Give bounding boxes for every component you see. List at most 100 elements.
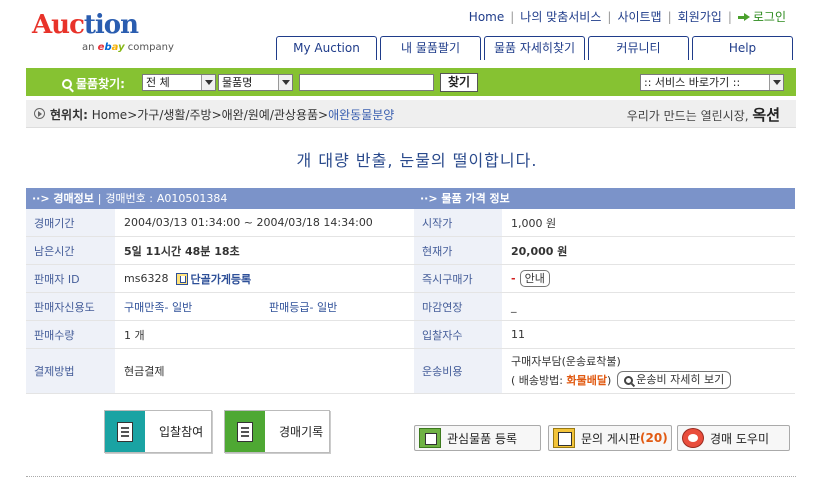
remaining-row: 남은시간 5일 11시간 48분 18초 [26, 237, 414, 265]
shipping-detail-label: 운송비 자세히 보기 [636, 373, 725, 386]
bid-document-icon [105, 411, 145, 452]
service-select-value: :: 서비스 바로가기 :: [644, 76, 741, 89]
nav-home[interactable]: Home [463, 10, 510, 24]
ebay-letter-b: b [104, 42, 112, 53]
board-icon [553, 428, 575, 448]
ebay-letter-y: y [118, 42, 125, 53]
shipping-detail-button[interactable]: 운송비 자세히 보기 [617, 371, 732, 389]
seller-cell: ms6328 단골가게등록 [115, 265, 414, 292]
logo-text-b: tion [83, 10, 139, 40]
shipping-method-line: ( 배송방법: 화물배달) 운송비 자세히 보기 [511, 371, 732, 389]
tab-detailed-search[interactable]: 물품 자세히찾기 [484, 36, 585, 60]
arrow-icon: ··> [420, 192, 438, 205]
auction-info-header: ··> 경매정보 | 경매번호 : A010501384 [26, 188, 414, 209]
slogan: 우리가 만드는 열린시장, 옥션 [627, 104, 780, 125]
main-tabs: My Auction 내 물품팔기 물품 자세히찾기 커뮤니티 Help [276, 36, 796, 60]
price-info-header: ··> 물품 가격 정보 [414, 188, 795, 209]
breadcrumb: 현위치: Home>가구/생활/주방>애완/원예/관상용품>애완동물분양 우리가… [26, 100, 796, 128]
login-arrow-icon [737, 12, 751, 22]
search-icon [62, 78, 72, 89]
credit-satisfaction[interactable]: 구매만족- 일반 [124, 299, 269, 315]
history-button-label: 경매기록 [279, 425, 324, 439]
auction-no-label: 경매번호 : [105, 192, 153, 205]
auction-info-panel: ··> 경매정보 | 경매번호 : A010501384 경매기간 2004/0… [26, 188, 414, 394]
search-input[interactable] [299, 74, 434, 91]
breadcrumb-prefix: 현위치: [50, 108, 88, 122]
breadcrumb-path: 현위치: Home>가구/생활/주방>애완/원예/관상용품>애완동물분양 [50, 106, 394, 123]
bidders-value: 11 [511, 328, 525, 341]
nav-my-service[interactable]: 나의 맞춤서비스 [514, 8, 607, 25]
breadcrumb-arrow-icon [34, 108, 45, 119]
auction-helper-button[interactable]: 경매 도우미 [677, 425, 790, 451]
auction-info-title: 경매정보 [53, 192, 94, 205]
quantity-label: 판매수량 [26, 321, 115, 348]
logo-sub-prefix: an [82, 42, 95, 53]
watchlist-label: 관심물품 등록 [447, 431, 518, 446]
quantity-value: 1 개 [124, 328, 145, 342]
service-shortcut-select[interactable]: :: 서비스 바로가기 :: [640, 74, 784, 91]
chevron-down-icon [278, 75, 292, 90]
logo-sub-suffix: company [127, 42, 174, 53]
tab-my-auction[interactable]: My Auction [276, 36, 377, 60]
logo-text-a: Auc [32, 10, 85, 40]
bid-button[interactable]: 입찰참여 [104, 410, 212, 453]
bidders-label: 입찰자수 [414, 321, 502, 348]
credit-grade[interactable]: 판매등급- 일반 [269, 299, 337, 315]
buynow-guide-button[interactable]: 안내 [519, 270, 550, 287]
search-button[interactable]: 찾기 [440, 73, 478, 92]
tab-sell[interactable]: 내 물품팔기 [380, 36, 481, 60]
payment-row: 결제방법 현금결제 [26, 349, 414, 394]
magnifier-icon [624, 375, 634, 385]
document-icon [117, 421, 133, 442]
search-label: 물품찾기: [62, 75, 125, 92]
item-title: 개 대량 반출, 눈물의 떨이합니다. [296, 151, 538, 170]
inquiry-board-label: 문의 게시판 [581, 431, 641, 446]
shipping-method: 화물배달 [566, 374, 607, 387]
header-separator: | [97, 192, 102, 205]
buynow-label: 즉시구매가 [414, 265, 502, 292]
inquiry-board-count: (20) [640, 431, 668, 445]
current-price-label: 현재가 [414, 237, 502, 264]
shipping-method-suffix: ) [606, 373, 612, 387]
tab-help[interactable]: Help [692, 36, 793, 60]
remaining-value: 5일 11시간 48분 18초 [124, 244, 240, 258]
nav-sitemap[interactable]: 사이트맵 [611, 8, 667, 25]
chevron-down-icon [769, 75, 783, 90]
search-bar: 물품찾기: 전 체 물품명 찾기 :: 서비스 바로가기 :: [26, 68, 796, 96]
extend-row: 마감연장 _ [414, 293, 795, 321]
seller-id[interactable]: ms6328 [124, 272, 168, 285]
extend-value: _ [511, 300, 517, 313]
regular-shop-button[interactable]: 단골가게등록 [176, 271, 251, 287]
tab-community[interactable]: 커뮤니티 [588, 36, 689, 60]
search-label-text: 물품찾기: [76, 77, 125, 91]
watchlist-icon [419, 428, 441, 448]
shipping-cell: 구매자부담(운송료착불) ( 배송방법: 화물배달) 운송비 자세히 보기 [502, 349, 795, 393]
breadcrumb-current[interactable]: 애완동물분양 [328, 108, 394, 122]
shipping-label: 운송비용 [414, 349, 502, 393]
breadcrumb-links[interactable]: Home>가구/생활/주방>애완/원예/관상용품> [92, 108, 328, 122]
buynow-row: 즉시구매가 - 안내 [414, 265, 795, 293]
buynow-cell: - 안내 [502, 265, 795, 292]
nav-signup[interactable]: 회원가입 [672, 8, 728, 25]
bid-button-label: 입찰참여 [159, 425, 204, 439]
logo-wordmark: Auction [32, 10, 139, 40]
category-select[interactable]: 전 체 [142, 74, 216, 91]
seller-label: 판매자 ID [26, 265, 115, 292]
logo-tagline: an ebay company [82, 42, 174, 53]
payment-value: 현금결제 [124, 365, 165, 378]
regular-shop-label: 단골가게등록 [190, 272, 252, 286]
shipping-method-prefix: ( 배송방법: [511, 374, 563, 387]
field-select-value: 물품명 [222, 76, 253, 89]
slogan-mid: 열린시장, [700, 109, 749, 123]
credit-row: 판매자신용도 구매만족- 일반 판매등급- 일반 [26, 293, 414, 321]
current-price-row: 현재가 20,000 원 [414, 237, 795, 265]
login-link[interactable]: 로그인 [732, 8, 792, 25]
period-value: 2004/03/13 01:34:00 ~ 2004/03/18 14:34:0… [124, 216, 373, 229]
watchlist-button[interactable]: 관심물품 등록 [414, 425, 541, 451]
current-price-value: 20,000 원 [511, 244, 568, 258]
history-button[interactable]: 경매기록 [224, 410, 330, 453]
auction-logo[interactable]: Auction an ebay company [32, 10, 182, 56]
field-select[interactable]: 물품명 [218, 74, 293, 91]
extend-label: 마감연장 [414, 293, 502, 320]
inquiry-board-button[interactable]: 문의 게시판 (20) [548, 425, 672, 451]
